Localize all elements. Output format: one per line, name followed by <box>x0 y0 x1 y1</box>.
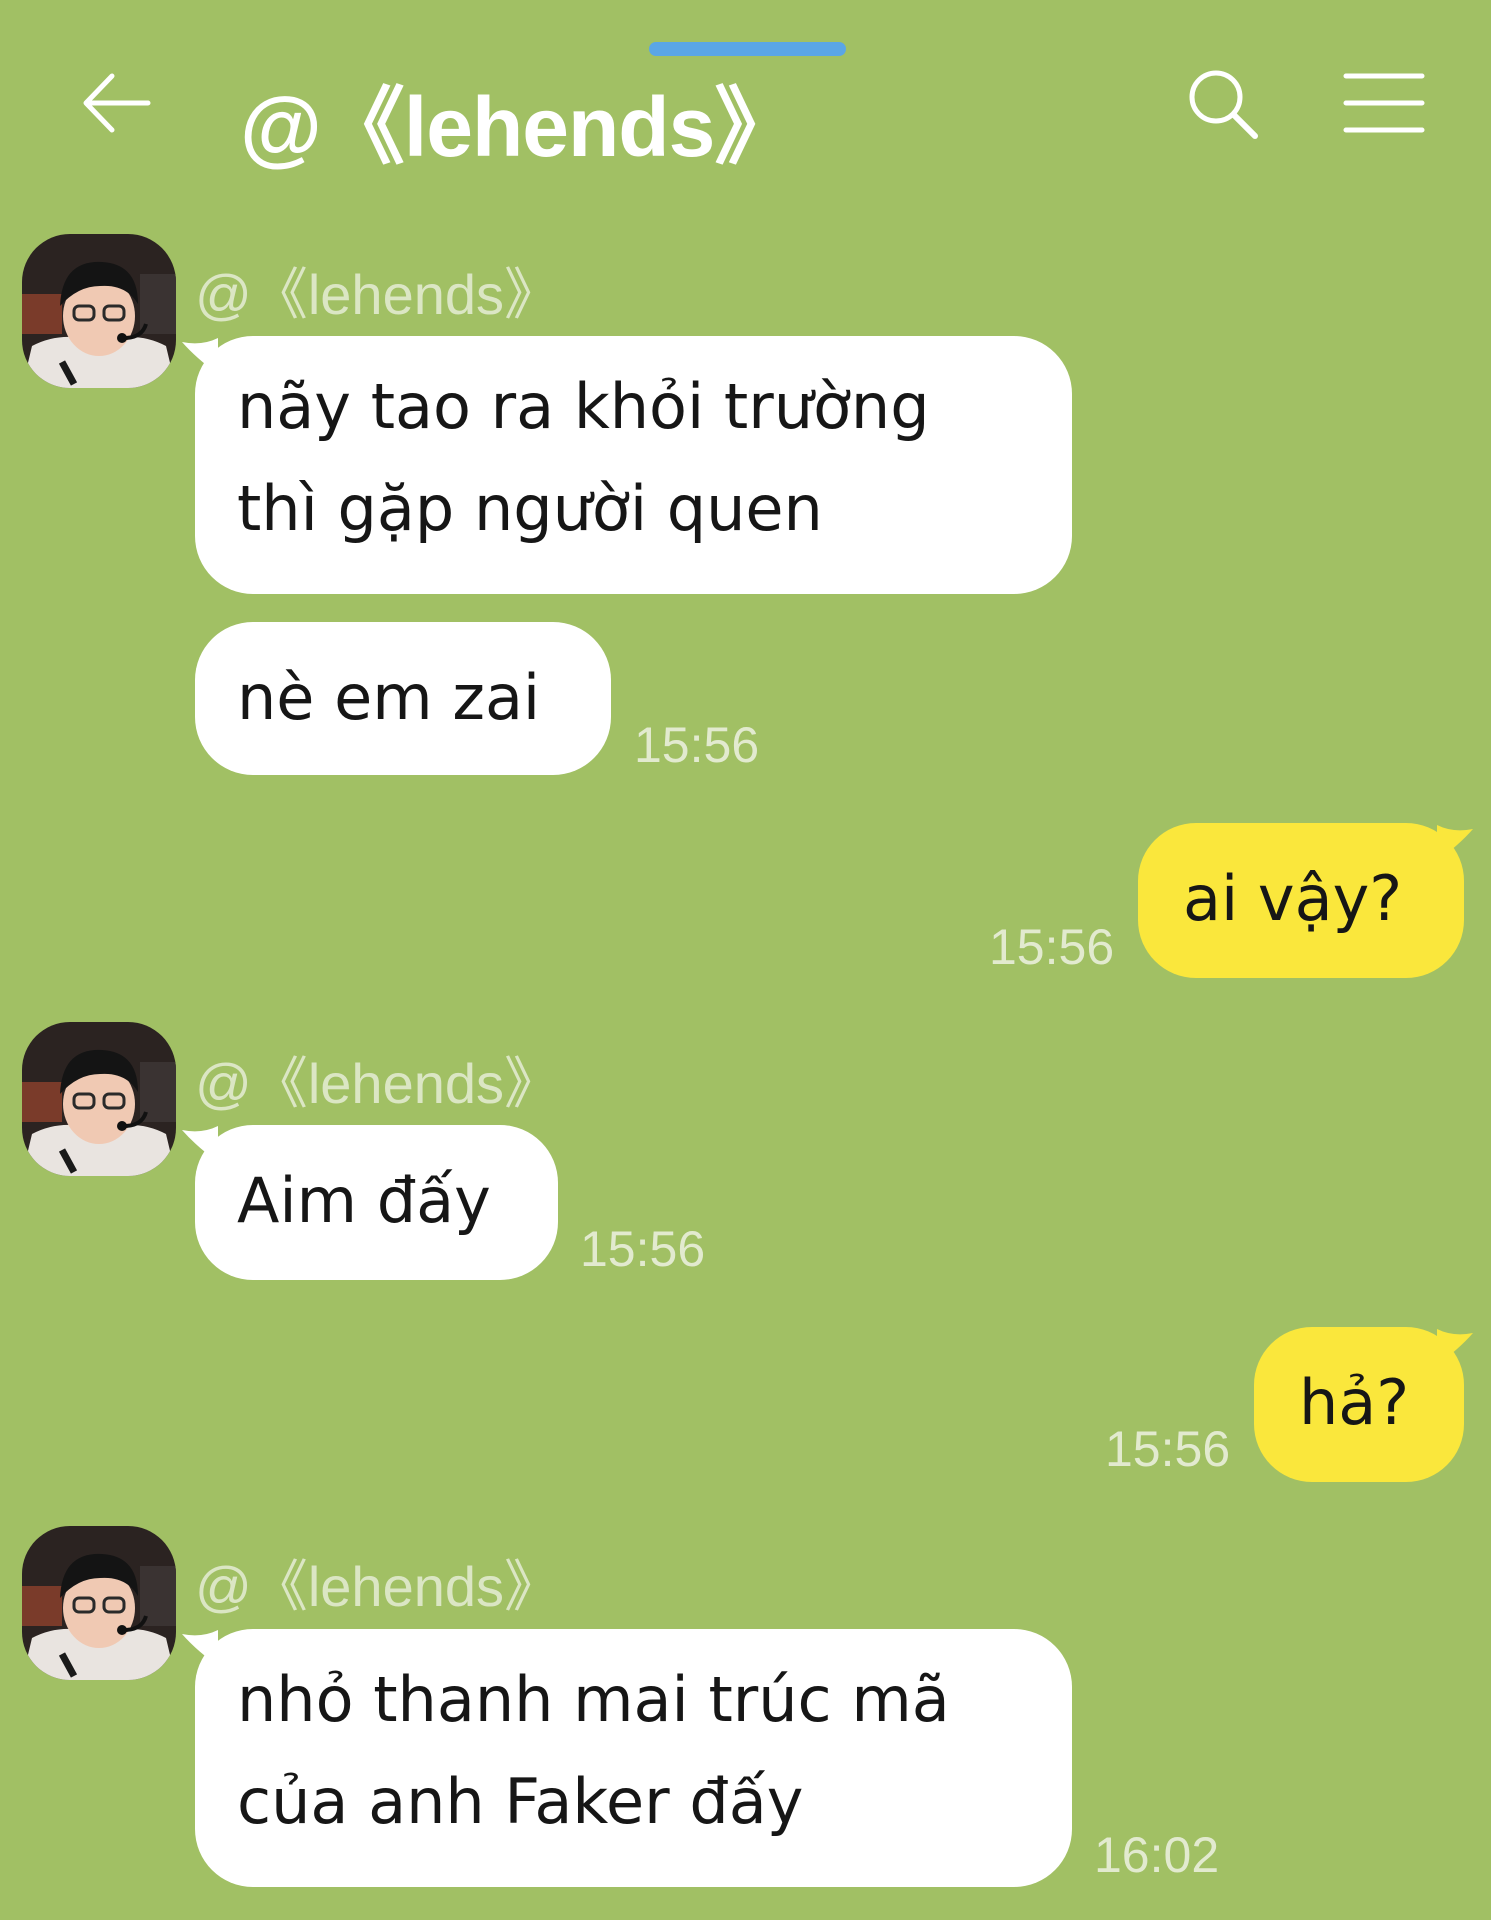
message-timestamp: 16:02 <box>1094 1827 1220 1883</box>
message-text: nè em zai <box>237 661 541 734</box>
message-bubble-incoming[interactable]: nhỏ thanh mai trúc mã của anh Faker đấy <box>195 1629 1072 1887</box>
message-bubble-outgoing[interactable]: hả? <box>1254 1327 1464 1482</box>
message-bubble-incoming[interactable]: nè em zai <box>195 622 611 775</box>
avatar-image <box>22 234 176 388</box>
chat-title: @《lehends》 <box>240 80 798 174</box>
message-timestamp: 15:56 <box>989 919 1115 975</box>
avatar-image <box>22 1526 176 1680</box>
back-button[interactable] <box>78 64 156 142</box>
message-text: Aim đấy <box>237 1164 491 1237</box>
chat-screen: @《lehends》 @《lehends》 nãy tao ra khỏi tr… <box>0 0 1491 1920</box>
search-icon <box>1189 70 1258 139</box>
message-text: nhỏ thanh mai trúc mã <box>237 1663 950 1736</box>
message-text: thì gặp người quen <box>237 472 823 545</box>
avatar-image <box>22 1022 176 1176</box>
message-timestamp: 15:56 <box>1105 1421 1231 1477</box>
message-timestamp: 15:56 <box>634 717 760 773</box>
avatar[interactable] <box>22 1022 176 1176</box>
message-timestamp: 15:56 <box>580 1221 706 1277</box>
message-bubble-outgoing[interactable]: ai vậy? <box>1138 823 1464 978</box>
sender-name: @《lehends》 <box>195 263 561 326</box>
message-bubble-incoming[interactable]: nãy tao ra khỏi trường thì gặp người que… <box>195 336 1072 594</box>
message-text: của anh Faker đấy <box>237 1765 804 1838</box>
message-text: nãy tao ra khỏi trường <box>237 370 930 443</box>
search-button[interactable] <box>1183 64 1263 144</box>
hamburger-menu-icon <box>1343 73 1425 133</box>
sender-name: @《lehends》 <box>195 1052 561 1115</box>
chat-header: @《lehends》 <box>0 50 1491 174</box>
message-text: ai vậy? <box>1183 862 1403 935</box>
avatar[interactable] <box>22 234 176 388</box>
bubble-tail <box>1437 825 1473 861</box>
menu-button[interactable] <box>1342 68 1426 138</box>
message-text: hả? <box>1299 1366 1410 1439</box>
bubble-tail <box>1437 1329 1473 1365</box>
arrow-left-icon <box>83 73 151 133</box>
avatar[interactable] <box>22 1526 176 1680</box>
message-bubble-incoming[interactable]: Aim đấy <box>195 1125 558 1280</box>
sender-name: @《lehends》 <box>195 1555 561 1618</box>
